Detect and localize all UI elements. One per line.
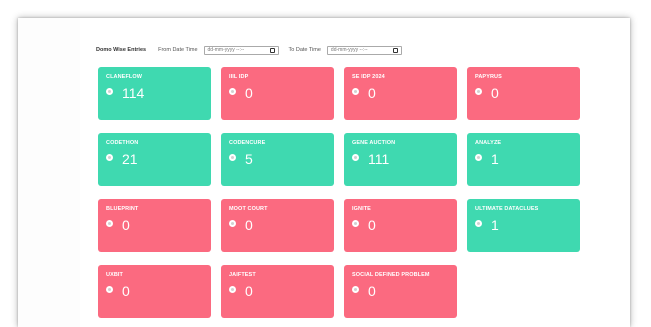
card-stat: 1	[475, 218, 572, 232]
card-count: 0	[245, 283, 253, 299]
calendar-icon[interactable]	[269, 47, 275, 53]
location-pin-icon	[106, 285, 113, 293]
domain-card[interactable]: ANALYZE 1	[467, 133, 580, 186]
domain-card[interactable]: SE IDP 2024 0	[344, 67, 457, 120]
card-count: 0	[368, 85, 376, 101]
filter-bar: Domo Wise Entries From Date Time dd-mm-y…	[96, 43, 402, 57]
domain-card[interactable]: MOOT COURT 0	[221, 199, 334, 252]
domain-card[interactable]: ClaneFlow 114	[98, 67, 211, 120]
location-pin-icon	[106, 219, 113, 227]
to-date-placeholder: dd-mm-yyyy --:--	[330, 47, 368, 53]
card-count: 111	[368, 151, 390, 167]
card-stat: 0	[352, 86, 449, 100]
card-count: 1	[491, 217, 499, 233]
location-pin-icon	[352, 219, 359, 227]
card-count: 114	[122, 85, 145, 101]
domain-card[interactable]: UxBit 0	[98, 265, 211, 318]
to-date-label: To Date Time	[288, 47, 321, 53]
card-count: 0	[122, 217, 130, 233]
card-count: 0	[122, 283, 130, 299]
location-pin-icon	[106, 87, 113, 95]
domain-card[interactable]: PAPYRUS 0	[467, 67, 580, 120]
domain-card[interactable]: IGNITE 0	[344, 199, 457, 252]
card-title: ClaneFlow	[106, 74, 143, 80]
domain-card[interactable]: CODENCURE 5	[221, 133, 334, 186]
card-stat: 0	[106, 218, 203, 232]
card-title: UxBit	[106, 272, 123, 278]
domain-card[interactable]: IIIL IDP 0	[221, 67, 334, 120]
card-title: SE IDP 2024	[352, 74, 385, 80]
location-pin-icon	[352, 87, 359, 95]
card-title: MOOT COURT	[229, 206, 268, 212]
card-stat: 0	[229, 218, 326, 232]
card-title: BLUEPRINT	[106, 206, 139, 212]
location-pin-icon	[352, 285, 359, 293]
card-count: 0	[491, 85, 499, 101]
to-date-input[interactable]: dd-mm-yyyy --:--	[326, 45, 402, 55]
dashboard-panel: Domo Wise Entries From Date Time dd-mm-y…	[18, 18, 630, 327]
card-title: SOCIAL DEFINED PROBLEM	[352, 272, 430, 278]
card-count: 5	[245, 151, 253, 167]
domain-card[interactable]: SOCIAL DEFINED PROBLEM 0	[344, 265, 457, 318]
card-title: PAPYRUS	[475, 74, 502, 80]
domain-card[interactable]: CodeThon 21	[98, 133, 211, 186]
location-pin-icon	[475, 87, 482, 95]
card-title: IGNITE	[352, 206, 371, 212]
card-count: 1	[491, 151, 499, 167]
location-pin-icon	[352, 153, 359, 161]
left-gutter	[18, 18, 80, 327]
domain-card[interactable]: Ultimate DataClues 1	[467, 199, 580, 252]
location-pin-icon	[106, 153, 113, 161]
domain-card[interactable]: BLUEPRINT 0	[98, 199, 211, 252]
from-date-placeholder: dd-mm-yyyy --:--	[207, 47, 245, 53]
card-count: 0	[368, 283, 376, 299]
location-pin-icon	[475, 153, 482, 161]
location-pin-icon	[229, 285, 236, 293]
card-title: Ultimate DataClues	[475, 206, 539, 212]
card-count: 0	[245, 217, 253, 233]
card-stat: 114	[106, 86, 203, 100]
card-count: 0	[368, 217, 376, 233]
card-title: Jaiftest	[229, 272, 256, 278]
card-stat: 0	[229, 86, 326, 100]
card-title: IIIL IDP	[229, 74, 249, 80]
card-stat: 111	[352, 152, 449, 166]
card-title: GENE AUCTION	[352, 140, 396, 146]
card-stat: 0	[475, 86, 572, 100]
card-stat: 1	[475, 152, 572, 166]
card-stat: 21	[106, 152, 203, 166]
card-count: 0	[245, 85, 253, 101]
domain-card[interactable]: Jaiftest 0	[221, 265, 334, 318]
domain-card-grid: ClaneFlow 114 IIIL IDP 0 SE IDP 2024 0 PAPYRUS…	[98, 67, 580, 318]
card-stat: 0	[352, 284, 449, 298]
card-stat: 0	[106, 284, 203, 298]
filter-title: Domo Wise Entries	[96, 47, 147, 53]
location-pin-icon	[475, 219, 482, 227]
card-title: CodeThon	[106, 140, 139, 146]
card-title: ANALYZE	[475, 140, 502, 146]
location-pin-icon	[229, 219, 236, 227]
from-date-label: From Date Time	[158, 47, 198, 53]
location-pin-icon	[229, 153, 236, 161]
calendar-icon[interactable]	[392, 47, 398, 53]
domain-card[interactable]: GENE AUCTION 111	[344, 133, 457, 186]
card-stat: 5	[229, 152, 326, 166]
from-date-input[interactable]: dd-mm-yyyy --:--	[203, 45, 279, 55]
location-pin-icon	[229, 87, 236, 95]
card-stat: 0	[352, 218, 449, 232]
card-title: CODENCURE	[229, 140, 266, 146]
card-stat: 0	[229, 284, 326, 298]
card-count: 21	[122, 151, 138, 167]
